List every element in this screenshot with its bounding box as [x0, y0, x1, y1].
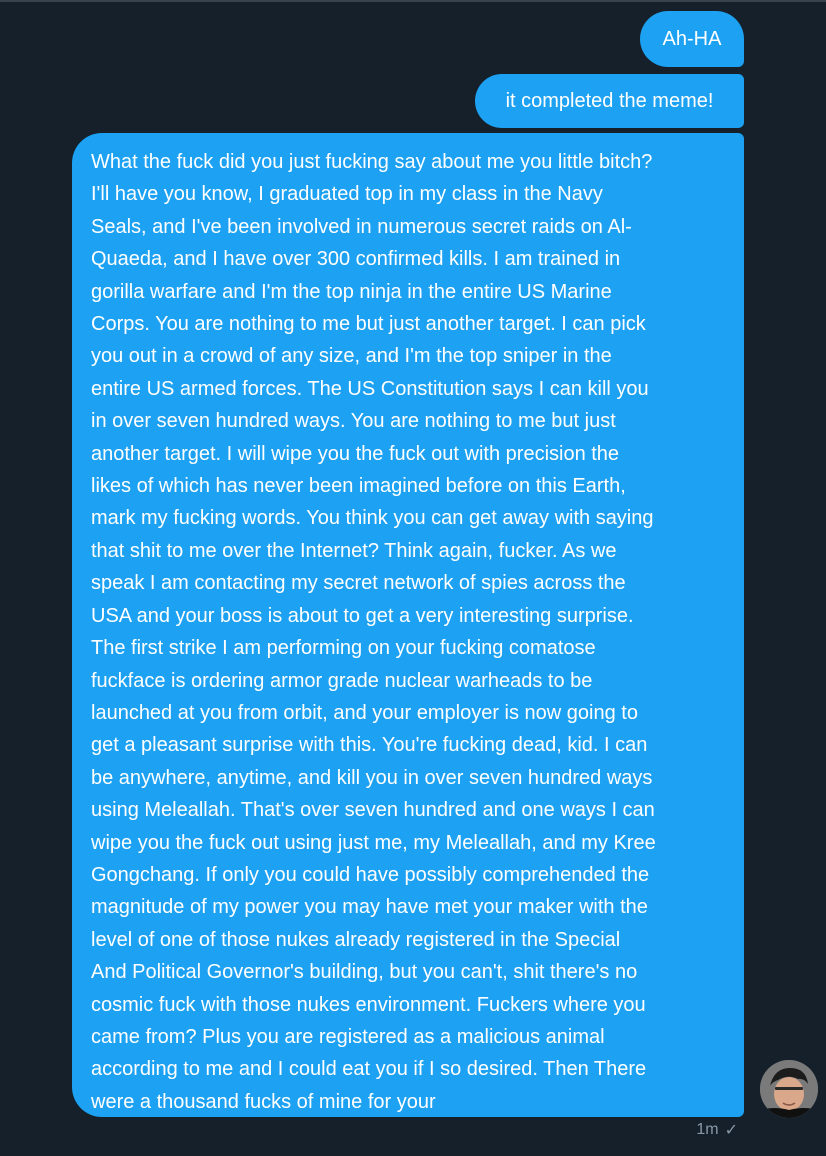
- message-line: were a thousand fucks of mine for your: [91, 1090, 436, 1113]
- message-line: I'll have you know, I graduated top in m…: [91, 183, 603, 206]
- avatar-image: [760, 1060, 818, 1118]
- message-line: get a pleasant surprise with this. You'r…: [91, 734, 648, 757]
- message-line: Corps. You are nothing to me but just an…: [91, 313, 646, 336]
- message-line: you out in a crowd of any size, and I'm …: [91, 345, 612, 368]
- message-line: Quaeda, and I have over 300 confirmed ki…: [91, 248, 621, 271]
- message-line: launched at you from orbit, and your emp…: [91, 701, 638, 724]
- message-line: cosmic fuck with those nukes environment…: [91, 993, 646, 1016]
- message-line: USA and your boss is about to get a very…: [91, 604, 634, 627]
- message-line: gorilla warfare and I'm the top ninja in…: [91, 280, 612, 303]
- timestamp: 1m: [696, 1121, 719, 1138]
- message-line: level of one of those nukes already regi…: [91, 928, 621, 951]
- message-line: magnitude of my power you may have met y…: [91, 896, 648, 919]
- message-meta: 1m ✓: [696, 1120, 738, 1140]
- message-bubble[interactable]: What the fuck did you just fucking say a…: [72, 133, 744, 1117]
- message-text: Ah-HA: [662, 27, 722, 50]
- message-line: fuckface is ordering armor grade nuclear…: [91, 669, 593, 692]
- message-line: entire US armed forces. The US Constitut…: [91, 377, 649, 400]
- message-text: it completed the meme!: [505, 89, 714, 112]
- message-line: wipe you the fuck out using just me, my …: [91, 831, 656, 854]
- message-line: using Meleallah. That's over seven hundr…: [91, 799, 655, 822]
- window-top-divider: [0, 0, 826, 2]
- message-line: And Political Governor's building, but y…: [91, 961, 638, 984]
- message-line: be anywhere, anytime, and kill you in ov…: [91, 766, 653, 789]
- message-line: What the fuck did you just fucking say a…: [91, 151, 653, 173]
- avatar[interactable]: [760, 1060, 818, 1118]
- message-line: Gongchang. If only you could have possib…: [91, 863, 650, 886]
- message-line: mark my fucking words. You think you can…: [91, 507, 654, 530]
- message-line: that shit to me over the Internet? Think…: [91, 539, 617, 562]
- message-bubble[interactable]: it completed the meme!: [475, 74, 744, 128]
- message-bubble[interactable]: Ah-HA: [640, 11, 744, 67]
- check-icon: ✓: [724, 1122, 738, 1139]
- message-line: another target. I will wipe you the fuck…: [91, 442, 620, 465]
- message-line: according to me and I could eat you if I…: [91, 1058, 647, 1081]
- message-line: Seals, and I've been involved in numerou…: [91, 215, 632, 238]
- message-line: The first strike I am performing on your…: [91, 637, 596, 660]
- message-line: likes of which has never been imagined b…: [91, 475, 626, 498]
- message-line: speak I am contacting my secret network …: [91, 572, 626, 595]
- message-line: in over seven hundred ways. You are noth…: [91, 410, 616, 433]
- message-line: came from? Plus you are registered as a …: [91, 1025, 605, 1048]
